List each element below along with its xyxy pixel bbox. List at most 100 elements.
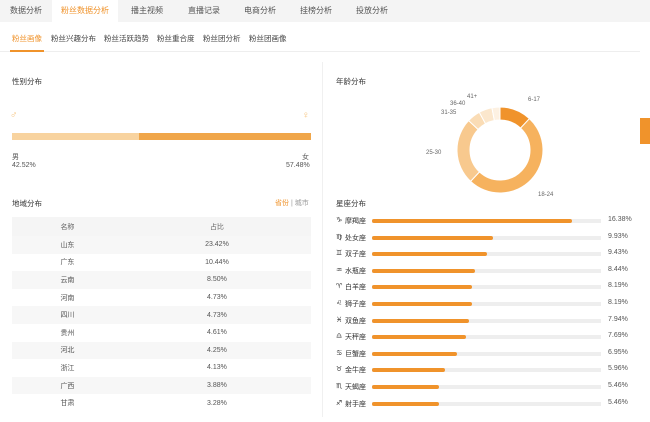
zodiac-name: 水瓶座	[345, 267, 366, 275]
age-label-25-30: 25-30	[426, 150, 442, 156]
zodiac-bar-fill	[372, 368, 445, 373]
subtab-activity[interactable]: 粉丝活跃趋势	[104, 33, 149, 44]
top-tab-2[interactable]: 播主视频	[118, 0, 176, 22]
region-name: 广东	[12, 253, 123, 272]
region-percent: 8.50%	[122, 271, 311, 289]
zodiac-name: 巨蟹座	[345, 350, 366, 358]
top-tab-label: 粉丝数据分析	[61, 6, 109, 15]
subtab-fan-group-portrait[interactable]: 粉丝团画像	[249, 33, 287, 44]
region-name: 四川	[12, 306, 123, 324]
female-icon: ♀	[302, 110, 310, 121]
region-percent: 4.73%	[122, 288, 311, 307]
zodiac-bar-fill	[372, 252, 487, 257]
age-label-18-24: 18-24	[538, 192, 554, 198]
zodiac-row: ♍ 处女座 9.93%	[336, 230, 636, 246]
zodiac-row: ♈ 白羊座 8.19%	[336, 279, 636, 295]
top-tab-label: 挂榜分析	[300, 6, 332, 15]
top-tab-4[interactable]: 电商分析New	[232, 0, 292, 22]
region-name: 贵州	[12, 323, 123, 342]
zodiac-icon: ♋	[336, 349, 343, 357]
zodiac-bar-track	[372, 268, 601, 273]
zodiac-bar-fill	[372, 268, 475, 273]
new-badge: New	[390, 0, 404, 3]
top-tab-6[interactable]: 投放分析New	[344, 0, 404, 22]
region-title: 地域分布	[12, 199, 42, 208]
zodiac-bar-track	[372, 318, 601, 323]
toggle-city[interactable]: 城市	[295, 200, 309, 207]
col-ratio-header: 占比	[122, 217, 311, 236]
zodiac-icon: ♉	[336, 366, 343, 374]
zodiac-row: ♑ 摩羯座 16.38%	[336, 213, 636, 229]
gender-title: 性别分布	[12, 77, 42, 86]
top-tab-5[interactable]: 挂榜分析New	[288, 0, 348, 22]
zodiac-name: 双子座	[345, 251, 366, 259]
toggle-province[interactable]: 省份	[275, 200, 289, 207]
donut-slice-25-30	[456, 119, 481, 183]
zodiac-name: 摩羯座	[345, 218, 366, 225]
active-subtab-underline	[10, 50, 44, 52]
top-tab-1[interactable]: 粉丝数据分析	[52, 0, 118, 22]
zodiac-percent: 8.44%	[608, 265, 628, 273]
subtab-overlap[interactable]: 粉丝重合度	[157, 33, 195, 44]
top-tab-3[interactable]: 直播记录New	[176, 0, 236, 22]
table-row: 广西 3.88%	[12, 376, 311, 395]
gender-ratio-bar	[12, 133, 311, 140]
zodiac-icon: ♏	[336, 383, 343, 390]
top-tab-bar: 数据分析粉丝数据分析播主视频直播记录New电商分析New挂榜分析New投放分析N…	[0, 0, 650, 22]
zodiac-name: 双鱼座	[345, 317, 366, 325]
top-tab-label: 数据分析	[10, 6, 42, 15]
zodiac-icon: ♍	[336, 233, 343, 241]
zodiac-name: 射手座	[345, 400, 366, 408]
zodiac-percent: 5.46%	[608, 398, 628, 406]
region-percent: 4.61%	[122, 323, 311, 342]
top-tab-0[interactable]: 数据分析	[0, 0, 52, 22]
zodiac-bar-track	[372, 335, 601, 340]
region-name: 河南	[12, 288, 123, 307]
zodiac-bar-track	[372, 219, 601, 223]
region-percent: 23.42%	[122, 236, 311, 254]
side-floating-tab[interactable]	[640, 118, 650, 144]
zodiac-row: ♊ 双子座 9.43%	[336, 246, 636, 262]
table-row: 河北 4.25%	[12, 341, 311, 360]
zodiac-bar-track	[372, 302, 601, 306]
zodiac-percent: 7.94%	[608, 315, 628, 323]
zodiac-title: 星座分布	[336, 199, 366, 208]
zodiac-percent: 9.43%	[608, 249, 628, 257]
zodiac-bar-track	[372, 351, 601, 356]
region-name: 广西	[12, 376, 123, 395]
zodiac-percent: 8.19%	[608, 299, 628, 306]
zodiac-row: ♋ 巨蟹座 6.95%	[336, 346, 636, 362]
zodiac-bar-fill	[372, 318, 469, 323]
region-percent: 4.73%	[122, 306, 311, 324]
zodiac-percent: 5.96%	[608, 365, 628, 373]
male-percent: 42.52%	[12, 162, 36, 169]
zodiac-row: ♏ 天蝎座 5.46%	[336, 379, 636, 395]
table-row: 甘肃 3.28%	[12, 394, 311, 412]
subtab-interest[interactable]: 粉丝兴趣分布	[51, 33, 96, 44]
subtab-fan-portrait[interactable]: 粉丝画像	[12, 33, 42, 44]
region-name: 河北	[12, 341, 123, 360]
region-toggle: 省份 | 城市	[275, 198, 309, 208]
zodiac-row: ♎ 天秤座 7.69%	[336, 329, 636, 345]
top-tab-label: 投放分析	[356, 6, 388, 15]
age-label-36-40: 36-40	[450, 101, 466, 107]
region-percent: 10.44%	[122, 253, 311, 272]
zodiac-bar-track	[372, 285, 601, 290]
zodiac-icon: ♎	[336, 333, 343, 341]
zodiac-name: 金牛座	[345, 367, 366, 375]
zodiac-bar-fill	[372, 285, 472, 290]
subtab-fan-group[interactable]: 粉丝团分析	[203, 33, 241, 44]
zodiac-percent: 7.69%	[608, 332, 628, 340]
top-tab-label: 播主视频	[131, 6, 163, 15]
zodiac-name: 天秤座	[345, 334, 366, 342]
table-row: 浙江 4.13%	[12, 359, 311, 377]
age-label-31-35: 31-35	[441, 110, 457, 116]
region-percent: 3.28%	[122, 394, 311, 412]
col-name-header: 名称	[12, 217, 123, 236]
zodiac-icon: ♈	[336, 283, 343, 291]
donut-slice-18-24	[469, 117, 544, 194]
zodiac-bar-fill	[372, 302, 472, 306]
zodiac-percent: 16.38%	[608, 216, 632, 223]
age-label-6-17: 6-17	[528, 97, 541, 103]
zodiac-name: 天蝎座	[345, 384, 366, 391]
